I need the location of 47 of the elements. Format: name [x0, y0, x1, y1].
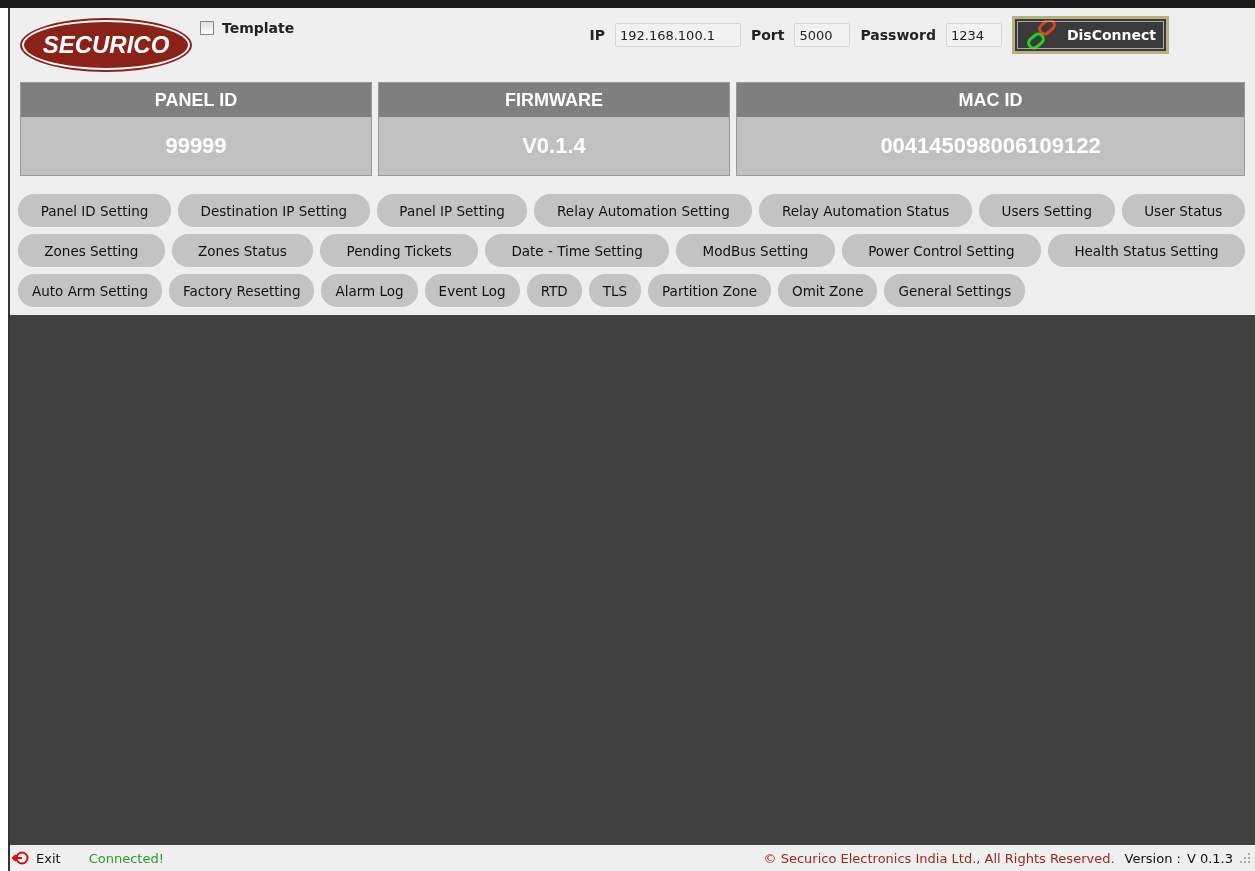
menu-button[interactable]: Factory Resetting: [168, 274, 315, 307]
menu-button[interactable]: Omit Zone: [778, 274, 878, 307]
template-checkbox[interactable]: [200, 21, 214, 35]
connection-status: Connected!: [88, 850, 164, 866]
checkbox-label: Template: [222, 20, 295, 36]
card-title: MAC ID: [737, 83, 1244, 117]
menu-button[interactable]: Alarm Log: [321, 274, 418, 307]
menu-button[interactable]: Panel ID Setting: [18, 194, 171, 227]
menu-button[interactable]: User Status: [1121, 194, 1245, 227]
menu-button[interactable]: Destination IP Setting: [177, 194, 370, 227]
menu-button[interactable]: Relay Automation Setting: [534, 194, 753, 227]
card-value: 99999: [21, 117, 371, 175]
card-value: V0.1.4: [379, 117, 729, 175]
chain-link-icon: [1024, 20, 1059, 50]
password-field[interactable]: 1234: [945, 23, 1002, 47]
menu-button[interactable]: Relay Automation Status: [759, 194, 972, 227]
menu-button[interactable]: Health Status Setting: [1048, 234, 1245, 267]
version-text: V 0.1.3: [1186, 850, 1233, 866]
port-label: Port: [750, 27, 785, 43]
menu-button[interactable]: Power Control Setting: [841, 234, 1042, 267]
menu-button[interactable]: Panel IP Setting: [376, 194, 528, 227]
disconnect-button[interactable]: DisConnect: [1011, 16, 1169, 54]
menu-button[interactable]: ModBus Setting: [676, 234, 835, 267]
exit-button[interactable]: Exit: [12, 850, 61, 866]
menu-button[interactable]: TLS: [588, 274, 642, 307]
menu-button[interactable]: Partition Zone: [648, 274, 771, 307]
menu-button[interactable]: Auto Arm Setting: [18, 274, 162, 307]
menu-button[interactable]: Event Log: [424, 274, 520, 307]
resize-grip-icon: [1239, 852, 1251, 864]
version-label: Version :: [1124, 850, 1181, 866]
menu-button[interactable]: Zones Status: [171, 234, 314, 267]
menu-button[interactable]: RTD: [526, 274, 582, 307]
menu-button[interactable]: General Settings: [884, 274, 1026, 307]
menu-button[interactable]: Date - Time Setting: [485, 234, 670, 267]
menu-button[interactable]: Pending Tickets: [320, 234, 479, 267]
password-label: Password: [860, 27, 936, 43]
ip-label: IP: [589, 27, 605, 43]
card-title: FIRMWARE: [379, 83, 729, 117]
port-field[interactable]: 5000: [794, 23, 851, 47]
exit-icon: [12, 851, 30, 865]
ip-field[interactable]: 192.168.100.1: [614, 23, 741, 47]
card-title: PANEL ID: [21, 83, 371, 117]
menu-button[interactable]: Zones Setting: [18, 234, 165, 267]
copyright-text: © Securico Electronics India Ltd., All Rights Reserved.: [763, 850, 1115, 866]
menu-button[interactable]: Users Setting: [978, 194, 1115, 227]
card-value: 004145098006109122: [737, 117, 1244, 175]
logo: SECURICO: [22, 20, 190, 70]
